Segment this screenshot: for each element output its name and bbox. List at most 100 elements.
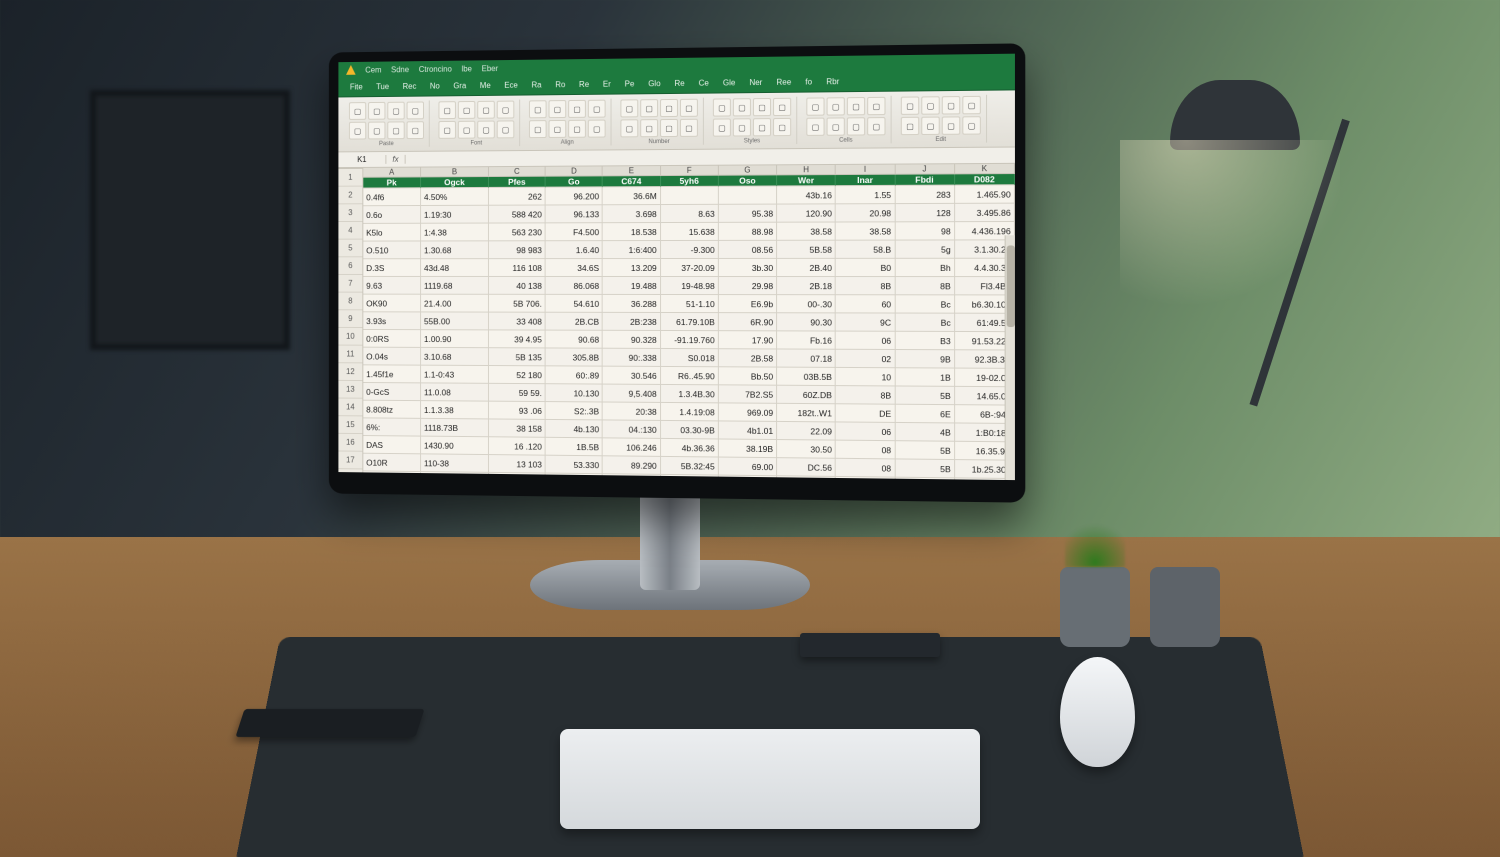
cell[interactable]: 16 .120 — [489, 437, 546, 455]
row-header[interactable]: 14 — [338, 399, 362, 417]
cell[interactable]: 90.68 — [546, 331, 603, 349]
ribbon-button[interactable]: ▢ — [867, 117, 885, 135]
row-header[interactable]: 7 — [338, 275, 362, 293]
ribbon-button[interactable]: ▢ — [660, 119, 678, 137]
cell[interactable]: E6.9b — [719, 295, 777, 313]
cell[interactable]: 93 .06 — [489, 402, 546, 420]
column-header[interactable]: I — [836, 165, 895, 174]
cell[interactable]: 1:6:400 — [603, 241, 661, 259]
ribbon-button[interactable]: ▢ — [438, 121, 455, 139]
cell[interactable]: 54.610 — [546, 295, 603, 313]
cell[interactable]: 13 103 — [489, 455, 546, 473]
cell[interactable]: 61.79.10B — [661, 313, 719, 331]
ribbon-button[interactable]: ▢ — [620, 119, 638, 137]
table-header-cell[interactable]: Pfes — [489, 177, 546, 188]
ribbon-button[interactable]: ▢ — [773, 98, 791, 116]
row-header[interactable]: 13 — [338, 381, 362, 399]
ribbon-button[interactable]: ▢ — [713, 98, 731, 116]
table-header-cell[interactable]: Pk — [363, 177, 421, 188]
row-header[interactable]: 17 — [338, 451, 362, 469]
cell[interactable]: 8B — [895, 277, 955, 295]
ribbon-button[interactable]: ▢ — [387, 102, 404, 120]
cell[interactable]: 1118.73B — [421, 419, 489, 437]
cell[interactable]: 9.63 — [363, 277, 421, 295]
menu-item[interactable]: Glo — [644, 78, 664, 89]
ribbon-button[interactable]: ▢ — [349, 102, 366, 120]
titlebar-item[interactable]: Cem — [365, 65, 381, 74]
cell[interactable]: 6%: — [363, 418, 421, 436]
cell[interactable]: 4.50% — [421, 188, 489, 206]
ribbon-button[interactable]: ▢ — [568, 100, 586, 118]
titlebar-item[interactable]: lbe — [462, 64, 472, 73]
cell[interactable]: 08 — [836, 459, 895, 478]
name-box[interactable]: K1 — [338, 155, 386, 164]
cell[interactable]: 0-GcS — [363, 383, 421, 401]
cell[interactable]: 116 108 — [489, 259, 546, 277]
cell[interactable]: 51-1.10 — [661, 295, 719, 313]
cell[interactable]: 1.6.18.20 — [661, 475, 719, 480]
cell[interactable]: Bc — [895, 314, 955, 332]
cell[interactable]: 58.B — [836, 241, 895, 259]
column-header[interactable]: B — [421, 167, 489, 176]
ribbon-button[interactable]: ▢ — [588, 120, 606, 138]
ribbon-button[interactable]: ▢ — [588, 100, 606, 118]
cell[interactable]: 96.133 — [546, 205, 603, 223]
cell[interactable]: 20.98 — [836, 204, 895, 222]
cell[interactable]: 8B — [836, 386, 895, 405]
cell[interactable]: B0 — [836, 259, 895, 277]
menu-item[interactable]: Ro — [551, 79, 569, 90]
row-header[interactable]: 4 — [338, 222, 362, 240]
cell[interactable]: 33 408 — [489, 313, 546, 331]
cell[interactable]: 90:.338 — [603, 349, 661, 367]
cell[interactable]: 5B.32:45 — [661, 457, 719, 476]
cell[interactable]: 1.3.4B.30 — [661, 385, 719, 403]
cell[interactable]: 305.8B — [546, 348, 603, 366]
ribbon-button[interactable]: ▢ — [620, 99, 638, 117]
menu-item[interactable]: Tue — [372, 81, 393, 92]
cell[interactable]: 1.4.19:08 — [661, 403, 719, 421]
cell[interactable]: 4b.36.36 — [661, 439, 719, 458]
cell[interactable]: 29.98 — [719, 277, 777, 295]
menu-item[interactable]: Gra — [449, 80, 470, 91]
row-header[interactable]: 8 — [338, 293, 362, 311]
cell[interactable]: O.510 — [363, 241, 421, 259]
cell[interactable]: 5B 706. — [489, 295, 546, 313]
ribbon-button[interactable]: ▢ — [529, 120, 547, 138]
menu-item[interactable]: Ner — [745, 77, 766, 88]
row-header[interactable]: 6 — [338, 257, 362, 275]
ribbon-button[interactable]: ▢ — [368, 122, 385, 140]
cell[interactable]: Bc.08 — [719, 476, 777, 481]
menu-item[interactable]: No — [426, 81, 444, 92]
cell[interactable]: 20:38 — [603, 402, 661, 420]
cell[interactable]: 38 158 — [489, 419, 546, 437]
ribbon-button[interactable]: ▢ — [529, 100, 547, 118]
cell[interactable]: Bb.50 — [719, 367, 777, 385]
cell[interactable]: 1E.42 — [546, 474, 603, 481]
cell[interactable]: 8.63 — [661, 205, 719, 223]
cell[interactable]: 11.0.08 — [421, 383, 489, 401]
cell[interactable]: S0.018 — [661, 349, 719, 367]
cell[interactable]: O10R — [363, 454, 421, 472]
ribbon-button[interactable]: ▢ — [497, 101, 515, 119]
ribbon-button[interactable]: ▢ — [368, 102, 385, 120]
cell[interactable]: DE — [836, 404, 895, 423]
cell[interactable]: DAS — [363, 436, 421, 454]
cell[interactable]: 9C — [836, 313, 895, 331]
column-header[interactable]: E — [603, 166, 661, 175]
cell[interactable]: 262 — [489, 188, 546, 206]
cell[interactable]: 182t..W1 — [777, 404, 836, 423]
cell[interactable]: 1.19:30 — [421, 206, 489, 224]
ribbon-button[interactable]: ▢ — [827, 117, 845, 135]
cell[interactable]: D.3S — [363, 259, 421, 277]
cell[interactable]: 06 — [836, 422, 895, 441]
cell[interactable]: 02 — [836, 350, 895, 368]
table-header-cell[interactable]: 5yh6 — [661, 176, 719, 187]
cell[interactable]: 69.00 — [719, 458, 777, 477]
cell[interactable]: 9,5.408 — [603, 385, 661, 403]
cell[interactable]: 1.6.40 — [546, 241, 603, 259]
cell[interactable]: O.04s — [363, 348, 421, 366]
cell[interactable]: 4B — [895, 423, 955, 442]
cell[interactable]: 13.209 — [603, 259, 661, 277]
cell[interactable]: 0.6o — [363, 206, 421, 224]
cell[interactable]: 1.00.90 — [421, 330, 489, 348]
